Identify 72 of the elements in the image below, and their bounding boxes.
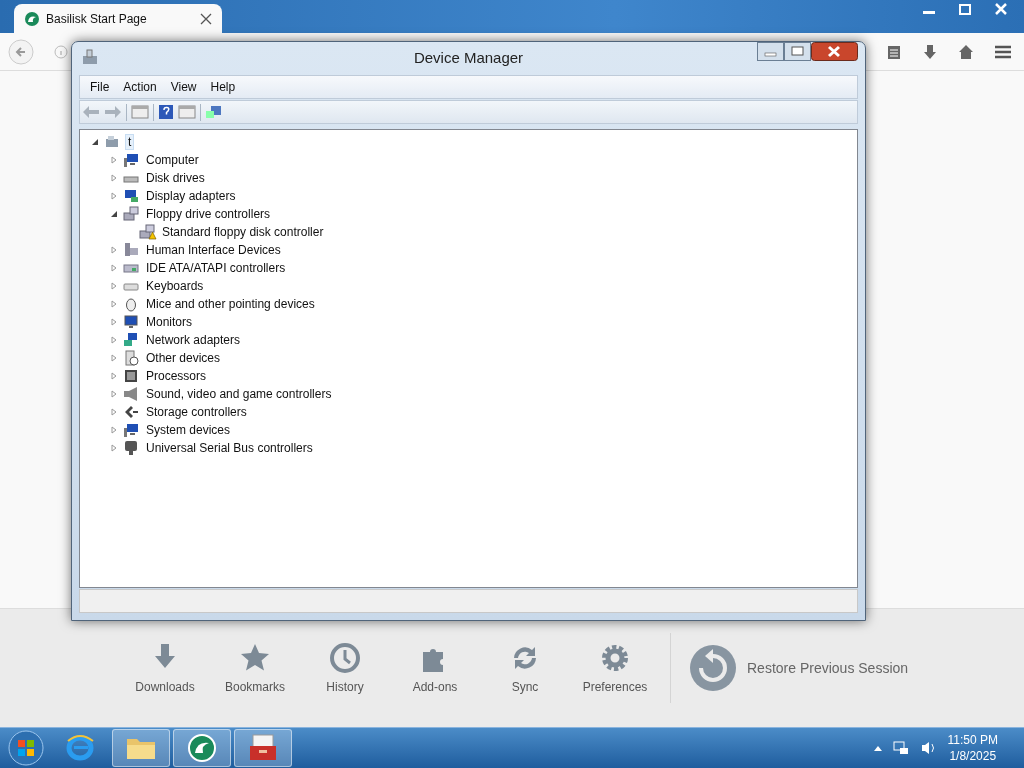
device-icon (123, 422, 141, 438)
tree-item[interactable]: Monitors (144, 315, 194, 329)
tree-item[interactable]: Human Interface Devices (144, 243, 283, 257)
tree-item[interactable]: t (125, 134, 135, 150)
minimize-icon[interactable] (757, 42, 784, 61)
home-icon[interactable] (958, 43, 974, 60)
help-icon[interactable] (158, 104, 174, 120)
clock[interactable]: 11:50 PM 1/8/2025 (947, 732, 998, 764)
device-icon (123, 188, 141, 204)
tree-item[interactable]: Mice and other pointing devices (144, 297, 317, 311)
caret-icon[interactable] (873, 745, 882, 751)
network-icon[interactable] (891, 740, 910, 756)
device-icon (123, 350, 141, 366)
gear-icon (599, 642, 631, 674)
tree-item[interactable]: Network adapters (144, 333, 243, 347)
device-icon (123, 314, 141, 330)
tree-item[interactable]: Sound, video and game controllers (144, 387, 334, 401)
expand-arrow-icon[interactable] (109, 209, 120, 219)
info-icon[interactable] (54, 44, 68, 59)
back-icon[interactable] (8, 38, 34, 65)
taskbar-button[interactable] (234, 729, 292, 767)
back-icon[interactable] (82, 105, 100, 119)
expand-arrow-icon[interactable] (90, 137, 101, 147)
close-icon[interactable] (811, 42, 858, 61)
launcher-button[interactable]: Preferences (570, 642, 660, 694)
download-icon[interactable] (922, 43, 938, 60)
restore-icon (689, 644, 737, 692)
tab-title: Basilisk Start Page (46, 11, 148, 26)
launcher-button[interactable]: Bookmarks (210, 642, 300, 694)
tree-item[interactable]: Universal Serial Bus controllers (144, 441, 315, 455)
launcher-button[interactable]: Downloads (120, 642, 210, 694)
device-icon (123, 206, 141, 222)
menu-item[interactable]: File (84, 78, 116, 96)
device-manager-icon (81, 48, 99, 66)
basilisk-logo-icon (187, 733, 217, 763)
menu-item[interactable]: Help (204, 78, 242, 96)
browser-tab[interactable]: Basilisk Start Page (14, 4, 222, 33)
forward-icon[interactable] (104, 105, 122, 119)
properties-icon[interactable] (131, 105, 149, 119)
device-icon (123, 404, 141, 420)
menu-icon[interactable] (994, 43, 1012, 60)
tree-item[interactable]: Floppy drive controllers (144, 207, 273, 221)
tree-item[interactable]: Disk drives (144, 171, 207, 185)
tree-item[interactable]: Display adapters (144, 189, 238, 203)
device-icon (123, 242, 141, 258)
device-icon (123, 152, 141, 168)
restore-session-button[interactable]: Restore Previous Session (689, 644, 909, 692)
maximize-icon[interactable] (784, 42, 811, 61)
tree-item[interactable]: Standard floppy disk controller (160, 225, 326, 239)
tree-item[interactable]: Storage controllers (144, 405, 249, 419)
toolbox-icon (247, 733, 279, 763)
clock-icon (329, 642, 361, 674)
reader-icon[interactable] (886, 43, 902, 60)
window-title: Device Manager (413, 48, 524, 66)
taskbar-button[interactable] (173, 729, 231, 767)
launcher-button[interactable]: History (300, 642, 390, 694)
scan-icon[interactable] (205, 104, 223, 120)
tree-item[interactable]: Other devices (144, 351, 223, 365)
launcher-button[interactable]: Add-ons (390, 642, 480, 694)
tree-item[interactable]: Keyboards (144, 279, 206, 293)
tree-item[interactable]: Processors (144, 369, 209, 383)
close-icon[interactable] (200, 12, 212, 25)
basilisk-logo-icon (24, 10, 40, 27)
menu-item[interactable]: Action (117, 78, 163, 96)
launcher-button[interactable]: Sync (480, 642, 570, 694)
tree-item[interactable]: System devices (144, 423, 233, 437)
device-icon (139, 224, 157, 240)
tree-item[interactable]: IDE ATA/ATAPI controllers (144, 261, 288, 275)
tree-item[interactable]: Computer (144, 153, 201, 167)
taskbar-button[interactable] (112, 729, 170, 767)
browser-e-icon (65, 733, 95, 763)
menu-item[interactable]: View (164, 78, 203, 96)
